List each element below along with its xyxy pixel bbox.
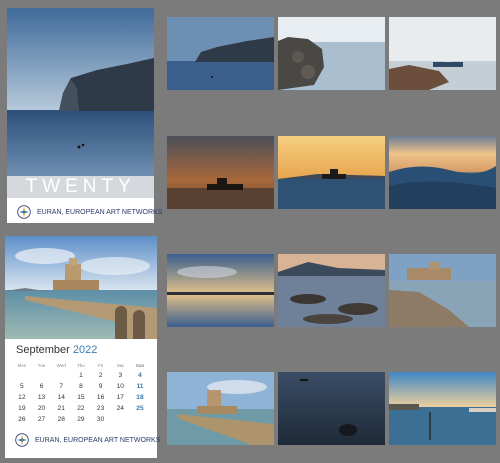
day-cell: 8 [79,383,83,390]
day-cell [130,414,150,425]
day-cell [12,370,32,381]
day-cell: 25 [136,405,144,412]
thumbnail-rocks-calm-sea[interactable] [278,17,385,90]
euran-logo-icon [17,205,31,219]
september-photo-castle [5,236,157,339]
day-cell: 30 [96,416,105,423]
week-row: 1 2 3 4 [12,370,150,381]
day-cell: 18 [136,394,144,401]
day-cell: 23 [96,405,105,412]
weekday-header: Mon Tue Wed Thu Fri Sat Sun [12,362,150,370]
day-cell: 20 [37,405,46,412]
day-cell: 11 [136,383,144,390]
day-cell: 28 [57,416,65,423]
day-cell: 17 [116,394,124,401]
day-cell: 6 [39,383,44,390]
thumbnail-misty-sea-rock[interactable] [278,372,385,445]
day-cell: 13 [37,394,46,401]
thumbnail-golden-boat[interactable] [278,136,385,209]
day-cell: 9 [98,383,103,390]
weekday-label: Sat [116,363,124,368]
calendar-collage: { "cover": { "year_light": "TWENTY", "ye… [0,0,500,463]
euran-logo-icon [15,433,29,447]
day-cell: 7 [59,383,64,390]
day-cell: 27 [37,416,46,423]
weekday-label: Wed [56,363,66,368]
brand-name: EURAN, EUROPEAN ART NETWORKS [37,208,163,216]
thumbnail-harbor-evening[interactable] [389,372,496,445]
thumbnail-reflection-clouds[interactable] [167,254,274,327]
cover-year: TWENTY 22 [25,176,136,219]
cover-brand-row: EURAN, EUROPEAN ART NETWORKS [17,205,162,219]
day-cell: 1 [79,372,83,379]
day-cell: 26 [18,416,26,423]
month-title: September 2022 [16,344,98,356]
weekday-label: Mon [17,363,27,368]
day-cell: 3 [118,372,123,379]
day-cell: 5 [20,383,24,390]
day-cell: 2 [98,372,103,379]
september-brand-row: EURAN, EUROPEAN ART NETWORKS [15,433,160,447]
week-row: 19 20 21 22 23 24 25 [12,403,150,414]
weekday-label: Tue [37,363,46,368]
week-row: 26 27 28 29 30 [12,414,150,425]
day-cell: 22 [77,405,85,412]
calendar-cover[interactable]: TWENTY 22 EURAN, EUROPEAN ART NETWORKS [7,8,162,223]
day-cell: 14 [57,394,65,401]
day-cell: 21 [57,405,65,412]
calendar-september-page[interactable]: September 2022 Mon Tue Wed Thu Fri Sat S… [5,236,160,458]
thumbnail-fishing-boat-rocks[interactable] [389,17,496,90]
day-cell: 4 [138,372,142,379]
thumbnail-cliff-sea[interactable] [167,17,274,90]
day-cell: 24 [116,405,124,412]
thumbnail-waves-dusk[interactable] [389,136,496,209]
week-row: 5 6 7 8 9 10 11 [12,381,150,392]
thumbnail-rocky-shore-evening[interactable] [278,254,385,327]
day-cell: 19 [18,405,26,412]
day-cell: 10 [116,383,124,390]
thumbnail-sunset-ship-silhouette[interactable] [167,136,274,209]
cover-photo-cliff-sea [7,8,154,176]
week-row: 12 13 14 15 16 17 18 [12,392,150,403]
day-cell: 29 [77,416,85,423]
day-cell [51,370,71,381]
thumbnail-castle-tower[interactable] [167,372,274,445]
thumbnail-fortress-causeway[interactable] [389,254,496,327]
brand-name: EURAN, EUROPEAN ART NETWORKS [35,436,161,444]
day-cell [32,370,52,381]
weekday-label: Sun [135,363,145,368]
day-cell: 12 [18,394,26,401]
day-cell: 16 [96,394,105,401]
day-cell: 15 [77,394,85,401]
date-grid: Mon Tue Wed Thu Fri Sat Sun 1 2 3 4 5 6 … [12,362,150,425]
weekday-label: Thu [77,363,85,368]
day-cell [110,414,130,425]
weekday-label: Fri [97,363,104,368]
